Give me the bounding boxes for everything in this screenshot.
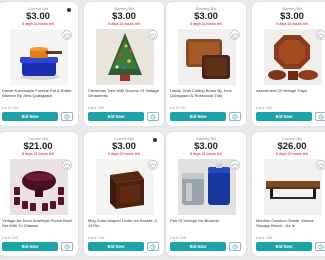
time-left: 8 days 22 hours left — [276, 22, 308, 26]
favorite-button[interactable] — [316, 160, 325, 170]
heart-icon — [64, 163, 70, 169]
watch-button[interactable] — [147, 112, 159, 121]
lot-card-1[interactable]: Current Bid $3.00 8 days 22 hours left D… — [0, 2, 78, 126]
heart-icon — [232, 33, 238, 39]
heart-icon — [64, 33, 70, 39]
lot-card-6[interactable]: Current Bid $3.00 8 days 22 hours left M… — [84, 132, 164, 256]
price: $3.00 — [112, 141, 136, 152]
bid-now-button[interactable]: Bid Now — [256, 112, 312, 121]
lot-number: Lot #: 130 — [2, 106, 18, 110]
price: $26.00 — [277, 141, 307, 152]
watch-icon — [232, 244, 238, 250]
price: $3.00 — [26, 11, 50, 22]
watch-icon — [64, 114, 70, 120]
watch-button[interactable] — [61, 242, 73, 251]
watch-button[interactable] — [229, 112, 241, 121]
lot-card-7[interactable]: Starting Bid $3.00 8 days 22 hours left … — [166, 132, 246, 256]
bid-now-button[interactable]: Bid Now — [256, 242, 312, 251]
lot-number: Lot #: 134 — [88, 236, 104, 240]
watch-icon — [232, 114, 238, 120]
time-left: 8 days 22 hours left — [276, 152, 308, 156]
time-left: 8 days 22 hours left — [108, 22, 140, 26]
time-left: 8 days 22 hours left — [108, 152, 140, 156]
watch-button[interactable] — [147, 242, 159, 251]
lot-image[interactable] — [96, 29, 154, 85]
lot-card-8[interactable]: Current Bid $26.00 8 days 22 hours left … — [252, 132, 325, 256]
lot-card-3[interactable]: Starting Bid $3.00 8 days 22 hours left … — [166, 2, 246, 126]
lot-title[interactable]: Assortment Of Vintage Trays — [256, 88, 325, 93]
heart-icon — [318, 33, 324, 39]
price: $21.00 — [23, 141, 53, 152]
lot-title[interactable]: Mention Gershun 'Dante' Walnut Storage B… — [256, 218, 325, 228]
lot-image[interactable] — [96, 159, 154, 215]
price: $3.00 — [280, 11, 304, 22]
lot-number: Lot #: 133 — [2, 236, 18, 240]
time-left: 8 days 22 hours left — [22, 22, 54, 26]
watch-button[interactable] — [229, 242, 241, 251]
time-left: 8 days 22 hours left — [190, 152, 222, 156]
favorite-button[interactable] — [62, 160, 72, 170]
watch-icon — [318, 114, 324, 120]
watch-button[interactable] — [315, 112, 325, 121]
bid-now-button[interactable]: Bid Now — [170, 112, 226, 121]
lot-title[interactable]: Pair Of Vintage Ice Buckets — [170, 218, 242, 223]
lot-image[interactable] — [264, 29, 322, 85]
bid-now-button[interactable]: Bid Now — [2, 242, 58, 251]
lot-title[interactable]: Dansk Kobenstyle Fondue Pot & Butter War… — [2, 88, 74, 98]
watch-icon — [150, 114, 156, 120]
lot-card-5[interactable]: Current Bid $21.00 8 days 22 hours left … — [0, 132, 78, 256]
lot-image[interactable] — [178, 159, 236, 215]
favorite-button[interactable] — [230, 30, 240, 40]
price: $3.00 — [112, 11, 136, 22]
lot-number: Lot #: 130 — [88, 106, 104, 110]
watch-button[interactable] — [315, 242, 325, 251]
heart-icon — [232, 163, 238, 169]
heart-icon — [318, 163, 324, 169]
watch-button[interactable] — [61, 112, 73, 121]
lot-card-2[interactable]: Starting Bid $3.00 8 days 22 hours left … — [84, 2, 164, 126]
favorite-button[interactable] — [230, 160, 240, 170]
lot-title[interactable]: Mcg Cube-shaped Lucite Ice Bucket, C. 19… — [88, 218, 160, 228]
bid-now-button[interactable]: Bid Now — [88, 112, 144, 121]
favorite-button[interactable] — [148, 160, 158, 170]
status-dot — [67, 8, 71, 12]
price: $3.00 — [194, 141, 218, 152]
bid-now-button[interactable]: Bid Now — [88, 242, 144, 251]
lot-image[interactable] — [10, 159, 68, 215]
time-left: 8 days 22 hours left — [22, 152, 54, 156]
lot-image[interactable] — [10, 29, 68, 85]
auction-grid: Current Bid $3.00 8 days 22 hours left D… — [0, 0, 325, 260]
price: $3.00 — [194, 11, 218, 22]
time-left: 8 days 22 hours left — [190, 22, 222, 26]
heart-icon — [150, 33, 156, 39]
lot-card-4[interactable]: Starting Bid $3.00 8 days 22 hours left … — [252, 2, 325, 126]
bid-now-button[interactable]: Bid Now — [2, 112, 58, 121]
favorite-button[interactable] — [316, 30, 325, 40]
lot-number: Lot #: 132 — [256, 106, 272, 110]
lot-title[interactable]: Christmas Tree With Dozens Of Vintage Or… — [88, 88, 160, 98]
lot-number: Lot #: 135 — [170, 236, 186, 240]
watch-icon — [318, 244, 324, 250]
favorite-button[interactable] — [62, 30, 72, 40]
lot-title[interactable]: Vintage Art Deco Amethyst Punch Bowl Set… — [2, 218, 74, 228]
watch-icon — [150, 244, 156, 250]
lot-number: Lot #: 131 — [170, 106, 186, 110]
lot-image[interactable] — [264, 159, 322, 215]
watch-icon — [64, 244, 70, 250]
lot-number: Lot #: 136 — [256, 236, 272, 240]
lot-title[interactable]: Dansk Teak Cutting Board By Jens Quistga… — [170, 88, 242, 98]
favorite-button[interactable] — [148, 30, 158, 40]
bid-now-button[interactable]: Bid Now — [170, 242, 226, 251]
heart-icon — [150, 163, 156, 169]
status-dot — [153, 138, 157, 142]
lot-image[interactable] — [178, 29, 236, 85]
